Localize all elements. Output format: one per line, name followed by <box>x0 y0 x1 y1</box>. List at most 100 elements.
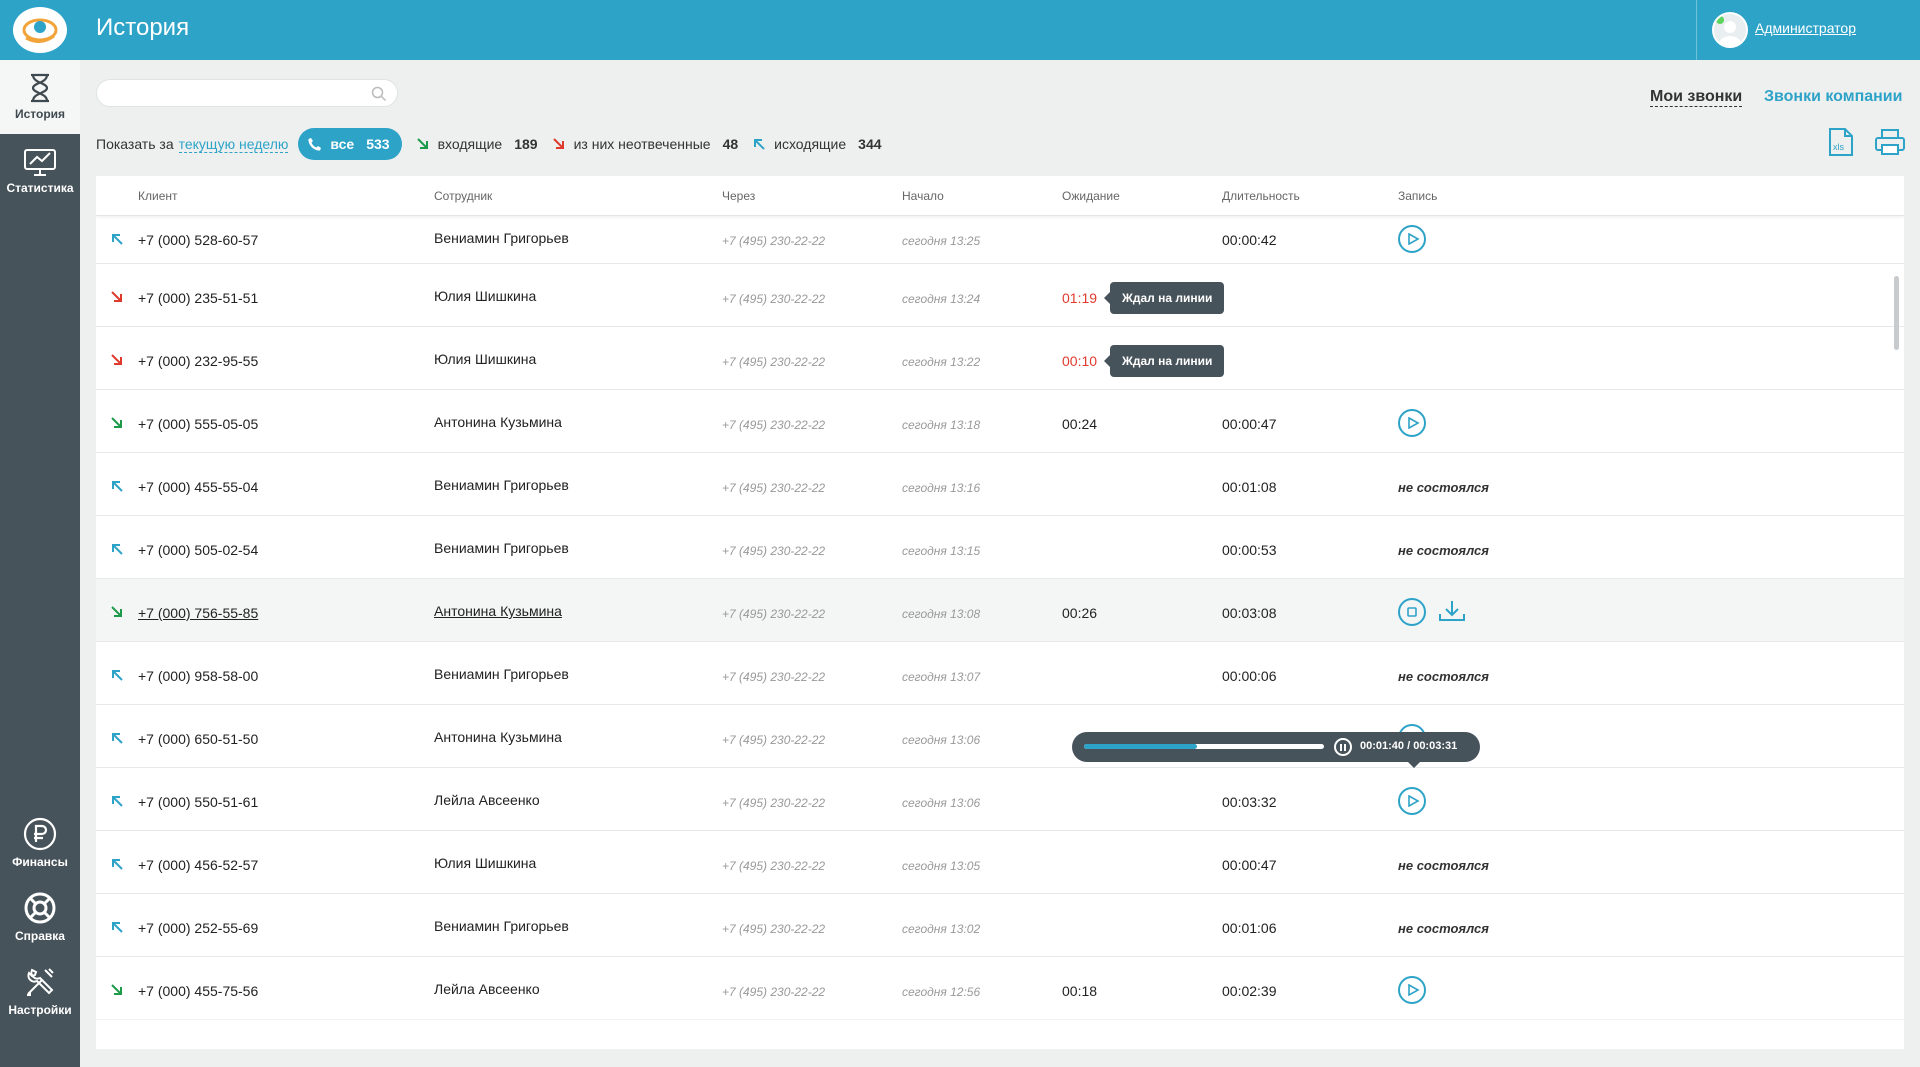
start-time: сегодня 13:18 <box>902 418 981 432</box>
table-row[interactable]: +7 (000) 756-55-85 Антонина Кузьмина +7 (4… <box>96 579 1904 642</box>
call-outgoing-icon <box>112 796 123 807</box>
filter-missed-label: из них неотвеченные <box>573 136 711 152</box>
filter-missed-count: 48 <box>722 136 739 152</box>
employee-name[interactable]: Антонина Кузьмина <box>434 603 562 619</box>
record-status: не состоялся <box>1398 480 1489 495</box>
wait-time: 00:10 <box>1062 353 1098 369</box>
pause-button[interactable] <box>1334 738 1352 756</box>
duration: 00:00:47 <box>1222 857 1277 873</box>
filter-all-button[interactable]: все 533 <box>298 128 402 167</box>
table-row[interactable]: +7 (000) 232-95-55 Юлия Шишкина +7 (495) 2… <box>96 327 1904 390</box>
table-row[interactable]: +7 (000) 650-51-50 Антонина Кузьмина +7 (4… <box>96 705 1904 768</box>
column-header[interactable]: Запись <box>1398 189 1437 203</box>
play-button[interactable] <box>1398 787 1426 815</box>
sidebar-item-finance[interactable]: Финансы <box>0 806 80 880</box>
print-icon[interactable] <box>1874 128 1906 156</box>
start-time: сегодня 13:15 <box>902 544 981 558</box>
player-progress-track[interactable] <box>1084 744 1324 749</box>
search-box <box>96 79 398 107</box>
table-row[interactable]: +7 (000) 456-52-57 Юлия Шишкина +7 (495) 2… <box>96 831 1904 894</box>
column-header[interactable]: Сотрудник <box>434 189 492 203</box>
client-phone: +7 (000) 232-95-55 <box>138 353 259 369</box>
client-phone: +7 (000) 505-02-54 <box>138 542 259 558</box>
filter-missed[interactable]: из них неотвеченные 48 <box>552 136 739 152</box>
table-row[interactable]: +7 (000) 958-58-00 Вениамин Григорьев +7 (… <box>96 642 1904 705</box>
employee-name: Юлия Шишкина <box>434 288 537 304</box>
stop-button[interactable] <box>1398 598 1426 626</box>
column-header[interactable]: Клиент <box>138 189 178 203</box>
wait-time: 00:24 <box>1062 416 1098 432</box>
via-number: +7 (495) 230-22-22 <box>722 234 826 248</box>
sidebar-item-statistics[interactable]: Статистика <box>0 134 80 208</box>
search-input[interactable] <box>111 80 371 106</box>
via-number: +7 (495) 230-22-22 <box>722 670 826 684</box>
table-row[interactable]: +7 (000) 528-60-57 Вениамин Григорьев +7 (… <box>96 216 1904 264</box>
call-incoming-icon <box>111 417 122 428</box>
call-outgoing-icon <box>112 859 123 870</box>
play-icon <box>1408 984 1420 996</box>
xls-label: xls <box>1833 142 1844 152</box>
client-phone: +7 (000) 455-75-56 <box>138 983 259 999</box>
table-header: Клиент Сотрудник Через Начало Ожидание Д… <box>96 176 1904 216</box>
table-row[interactable]: +7 (000) 235-51-51 Юлия Шишкина +7 (495) 2… <box>96 264 1904 327</box>
start-time: сегодня 13:16 <box>902 481 981 495</box>
wait-tooltip: Ждал на линии <box>1103 345 1225 377</box>
client-phone: +7 (000) 235-51-51 <box>138 290 259 306</box>
play-button[interactable] <box>1398 976 1426 1004</box>
play-button[interactable] <box>1398 225 1426 253</box>
client-phone[interactable]: +7 (000) 756-55-85 <box>138 605 258 621</box>
logo[interactable] <box>0 0 80 60</box>
duration: 00:01:06 <box>1222 920 1277 936</box>
client-phone: +7 (000) 252-55-69 <box>138 920 259 936</box>
column-header[interactable]: Начало <box>902 189 944 203</box>
sidebar-item-settings[interactable]: Настройки <box>0 954 80 1028</box>
table-row[interactable]: +7 (000) 252-55-69 Вениамин Григорьев +7 (… <box>96 894 1904 957</box>
filter-incoming[interactable]: входящие 189 <box>416 136 538 152</box>
sidebar-item-history[interactable]: История <box>0 60 80 134</box>
start-time: сегодня 12:56 <box>902 985 981 999</box>
duration: 00:00:42 <box>1222 232 1277 248</box>
filter-incoming-count: 189 <box>514 136 538 152</box>
filter-outgoing[interactable]: исходящие 344 <box>752 136 882 152</box>
table-row[interactable]: +7 (000) 555-05-05 Антонина Кузьмина +7 (4… <box>96 390 1904 453</box>
period-dropdown-link[interactable]: текущую неделю <box>178 136 289 153</box>
calls-table: Клиент Сотрудник Через Начало Ожидание Д… <box>96 176 1904 1049</box>
download-button[interactable] <box>1438 600 1466 627</box>
column-header[interactable]: Через <box>722 189 755 203</box>
via-number: +7 (495) 230-22-22 <box>722 607 826 621</box>
scrollbar[interactable] <box>1894 276 1899 350</box>
employee-name: Антонина Кузьмина <box>434 729 562 745</box>
tab-company-calls[interactable]: Звонки компании <box>1764 88 1902 106</box>
record-status: не состоялся <box>1398 858 1489 873</box>
search-icon[interactable] <box>371 86 387 102</box>
xls-export-icon[interactable]: xls <box>1828 127 1854 157</box>
via-number: +7 (495) 230-22-22 <box>722 418 826 432</box>
arrow-incoming-icon <box>416 138 428 149</box>
employee-name: Вениамин Григорьев <box>434 666 569 682</box>
client-phone: +7 (000) 650-51-50 <box>138 731 259 747</box>
sidebar-item-help[interactable]: Справка <box>0 880 80 954</box>
user-name-link[interactable]: Администратор <box>1755 20 1856 36</box>
tab-my-calls[interactable]: Мои звонки <box>1650 88 1743 107</box>
play-button[interactable] <box>1398 409 1426 437</box>
arrow-missed-icon <box>552 138 564 149</box>
table-row[interactable]: +7 (000) 455-55-04 Вениамин Григорьев +7 (… <box>96 453 1904 516</box>
sidebar: История Статистика Финансы Справка Настр… <box>0 0 80 1067</box>
table-row[interactable]: +7 (000) 550-51-61 Лейла Авсеенко +7 (495)… <box>96 768 1904 831</box>
client-phone: +7 (000) 555-05-05 <box>138 416 259 432</box>
column-header[interactable]: Ожидание <box>1062 189 1120 203</box>
duration: 00:00:53 <box>1222 542 1277 558</box>
column-header[interactable]: Длительность <box>1222 189 1300 203</box>
client-phone: +7 (000) 456-52-57 <box>138 857 259 873</box>
client-phone: +7 (000) 550-51-61 <box>138 794 259 810</box>
duration: 00:02:39 <box>1222 983 1277 999</box>
start-time: сегодня 13:22 <box>902 355 981 369</box>
sidebar-item-label: Финансы <box>12 855 68 869</box>
via-number: +7 (495) 230-22-22 <box>722 922 826 936</box>
avatar[interactable] <box>1712 12 1748 48</box>
table-row[interactable]: +7 (000) 505-02-54 Вениамин Григорьев +7 (… <box>96 516 1904 579</box>
call-outgoing-icon <box>112 544 123 555</box>
start-time: сегодня 13:05 <box>902 859 981 873</box>
header-divider <box>1696 0 1697 60</box>
call-missed-icon <box>111 291 122 302</box>
